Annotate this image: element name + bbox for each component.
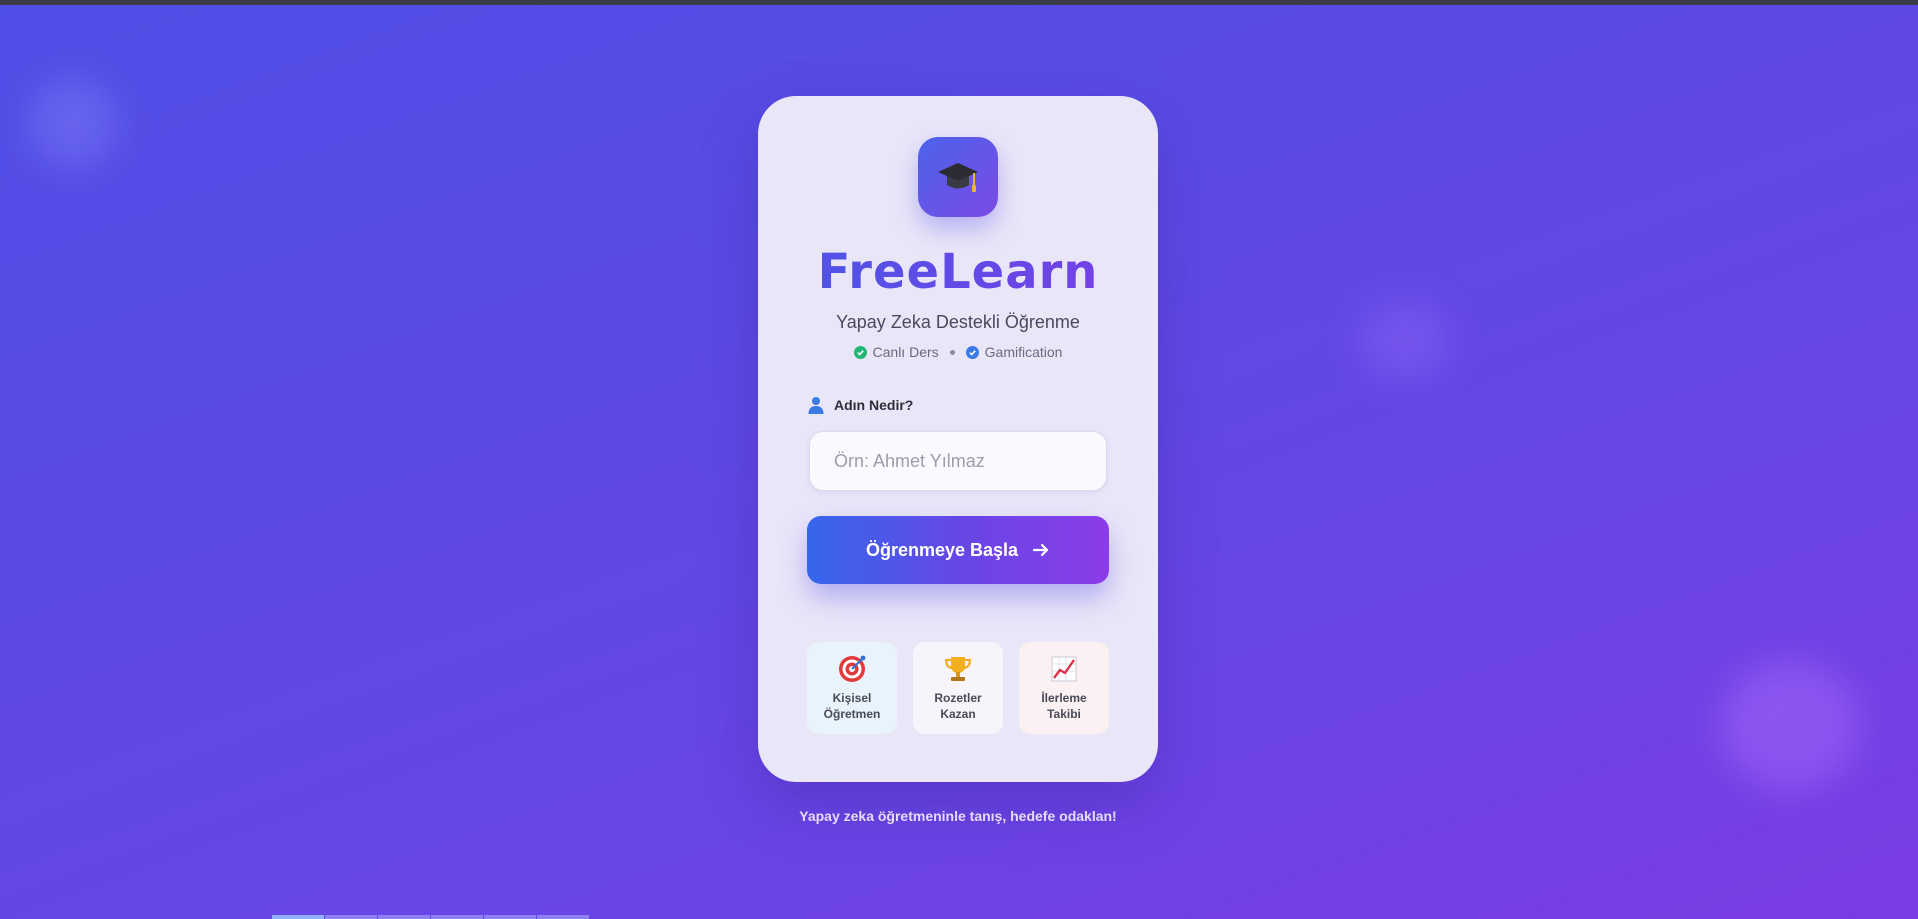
badge-gamification: Gamification [965,344,1063,360]
background-glow [28,78,118,168]
graduation-cap-icon [938,163,978,192]
feature-progress-tracking: İlerleme Takibi [1019,642,1109,734]
name-input[interactable] [809,431,1107,491]
feature-label: İlerleme Takibi [1041,691,1087,721]
user-icon [808,397,824,414]
badge-live-class: Canlı Ders [853,344,939,360]
check-circle-icon [965,345,979,359]
badge-label: Gamification [984,344,1063,360]
separator-dot [949,349,955,355]
feature-label: Kişisel Öğretmen [823,691,881,721]
feature-list: Kişisel Öğretmen Rozetler Kazan İlerleme… [807,642,1109,734]
trophy-icon [944,657,972,681]
footer-tagline: Yapay zeka öğretmeninle tanış, hedefe od… [799,808,1117,824]
check-circle-icon [853,345,867,359]
feature-personal-teacher: Kişisel Öğretmen [807,642,897,734]
app-subtitle: Yapay Zeka Destekli Öğrenme [836,312,1080,332]
name-field-label: Adın Nedir? [808,396,913,414]
feature-label: Rozetler Kazan [934,691,982,721]
chart-up-icon [1051,656,1077,682]
background-glow [1720,660,1860,790]
arrow-right-icon [1032,543,1049,557]
target-icon [839,655,866,682]
login-card: FreeLearn Yapay Zeka Destekli Öğrenme Ca… [758,96,1158,782]
name-label-text: Adın Nedir? [834,397,914,413]
start-learning-button[interactable]: Öğrenmeye Başla [807,516,1109,584]
window-top-bar [0,0,1918,5]
badge-label: Canlı Ders [872,344,939,360]
app-title: FreeLearn [758,244,1158,300]
taskbar-strip [272,915,590,919]
start-button-label: Öğrenmeye Başla [865,539,1019,560]
background-glow [1360,300,1450,380]
app-logo [918,137,998,217]
feature-badges: Canlı Ders Gamification [758,344,1158,360]
feature-badges-earn: Rozetler Kazan [913,642,1003,734]
